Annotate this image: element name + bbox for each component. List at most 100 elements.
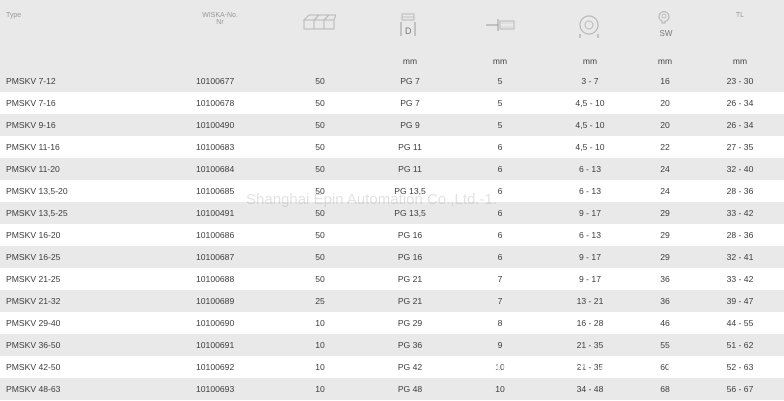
- wrench-size-cell: 20: [660, 120, 670, 130]
- table-row: PMSKV 21-25 10100688 50 PG 21 7 9 - 17 36 33 - …: [0, 268, 784, 290]
- thread-length-cell: 5: [497, 76, 503, 86]
- type-cell: PMSKV 42-50: [6, 362, 61, 372]
- total-length-cell: 27 - 35: [726, 142, 754, 152]
- thread-cell: PG 48: [397, 384, 423, 394]
- wiska-number-cell: 10100687: [196, 252, 235, 262]
- package-qty-cell: 10: [315, 318, 325, 328]
- type-cell: PMSKV 13,5-20: [6, 186, 68, 196]
- clamping-range-cell: 13 - 21: [576, 296, 604, 306]
- thread-length-cell: 6: [497, 164, 503, 174]
- thread-length-cell: 10: [495, 384, 505, 394]
- type-cell: PMSKV 13,5-25: [6, 208, 68, 218]
- wiska-number-cell: 10100693: [196, 384, 235, 394]
- wiska-number-cell: 10100690: [196, 318, 235, 328]
- thread-cell: PG 7: [400, 98, 420, 108]
- clamping-range-cell: 34 - 48: [576, 384, 604, 394]
- table-row: PMSKV 11-20 10100684 50 PG 11 6 6 - 13 24 32 - …: [0, 158, 784, 180]
- total-length-cell: 23 - 30: [726, 76, 754, 86]
- table-row: PMSKV 29-40 10100690 10 PG 29 8 16 - 28 46 44 -…: [0, 312, 784, 334]
- wrench-size-cell: 36: [660, 274, 670, 284]
- watermark-center: Shanghai Epin Automation Co.,Ltd.-1.: [246, 191, 498, 208]
- thread-cell: PG 36: [397, 340, 423, 350]
- table-body: PMSKV 7-12 10100677 50 PG 753 - 7 16 23 - 30 P…: [0, 70, 784, 400]
- package-qty-cell: 50: [315, 98, 325, 108]
- type-cell: PMSKV 21-25: [6, 274, 61, 284]
- header-wiska: WISKA-No. Nr: [190, 12, 250, 26]
- table-row: PMSKV 16-20 10100686 50 PG 16 6 6 - 13 29 28 - …: [0, 224, 784, 246]
- thread-cell: PG 16: [397, 252, 423, 262]
- wrench-size-cell: 29: [660, 208, 670, 218]
- wiska-number-cell: 10100678: [196, 98, 235, 108]
- table-header: Type WISKA-No. Nr D SW TL mm mm mm mm mm: [0, 0, 784, 70]
- type-cell: PMSKV 48-63: [6, 384, 61, 394]
- package-qty-cell: 10: [315, 384, 325, 394]
- package-qty-cell: 50: [315, 274, 325, 284]
- total-length-cell: 32 - 41: [726, 252, 754, 262]
- clamping-range-cell: 3 - 7: [581, 76, 599, 86]
- total-length-cell: 33 - 42: [726, 274, 754, 284]
- wiska-number-cell: 10100684: [196, 164, 235, 174]
- wiska-number-cell: 10100692: [196, 362, 235, 372]
- type-cell: PMSKV 7-12: [6, 76, 56, 86]
- header-tl: TL: [735, 12, 745, 19]
- thread-cell: PG 16: [397, 230, 423, 240]
- total-length-cell: 39 - 47: [726, 296, 754, 306]
- wrench-size-cell: 68: [660, 384, 670, 394]
- thread-cell: PG 7: [400, 76, 420, 86]
- package-qty-cell: 50: [315, 164, 325, 174]
- unit-thread: mm: [402, 56, 418, 66]
- type-cell: PMSKV 21-32: [6, 296, 61, 306]
- wrench-size-cell: 55: [660, 340, 670, 350]
- thread-cell: PG 21: [397, 296, 423, 306]
- clamping-range-cell: 9 - 17: [579, 274, 601, 284]
- wrench-size-cell: 29: [660, 252, 670, 262]
- unit-tl: mm: [732, 56, 748, 66]
- type-cell: PMSKV 7-16: [6, 98, 56, 108]
- table-row: PMSKV 11-16 10100683 50 PG 11 6 4,5 - 10 22 27 …: [0, 136, 784, 158]
- wrench-size-cell: 22: [660, 142, 670, 152]
- type-cell: PMSKV 16-20: [6, 230, 61, 240]
- wrench-size-cell: 29: [660, 230, 670, 240]
- package-qty-cell: 50: [315, 252, 325, 262]
- package-qty-cell: 10: [315, 362, 325, 372]
- thread-length-cell: 6: [497, 142, 503, 152]
- units-row: mm mm mm mm mm: [0, 50, 784, 70]
- type-cell: PMSKV 11-16: [6, 142, 60, 152]
- thread-length-cell: 7: [497, 274, 503, 284]
- wrench-size-icon: SW: [656, 10, 680, 38]
- product-table: Type WISKA-No. Nr D SW TL mm mm mm mm mm…: [0, 0, 784, 401]
- header-wiska-label: WISKA-No.: [202, 12, 238, 19]
- wiska-number-cell: 10100688: [196, 274, 235, 284]
- thread-length-cell: 9: [497, 340, 503, 350]
- thread-length-cell: 6: [497, 252, 503, 262]
- package-qty-cell: 50: [315, 76, 325, 86]
- total-length-cell: 52 - 63: [726, 362, 754, 372]
- total-length-cell: 26 - 34: [726, 98, 754, 108]
- thread-length-cell: 8: [497, 318, 503, 328]
- wiska-number-cell: 10100691: [196, 340, 235, 350]
- total-length-cell: 51 - 62: [726, 340, 754, 350]
- package-qty-cell: 50: [315, 142, 325, 152]
- thread-length-cell: 6: [497, 230, 503, 240]
- table-row: PMSKV 36-50 10100691 10 PG 36 9 21 - 35 55 51 -…: [0, 334, 784, 356]
- total-length-cell: 26 - 34: [726, 120, 754, 130]
- clamping-range-cell: 6 - 13: [579, 186, 601, 196]
- table-row: PMSKV 48-63 10100693 10 PG 48 10 34 - 48 68 56 …: [0, 378, 784, 400]
- wrench-size-cell: 36: [660, 296, 670, 306]
- clamping-range-cell: 4,5 - 10: [575, 98, 605, 108]
- wrench-size-cell: 46: [660, 318, 670, 328]
- thread-cell: PG 21: [397, 274, 423, 284]
- type-cell: PMSKV 9-16: [6, 120, 56, 130]
- type-cell: PMSKV 16-25: [6, 252, 61, 262]
- total-length-cell: 28 - 36: [726, 230, 754, 240]
- wrench-size-cell: 20: [660, 98, 670, 108]
- clamping-range-cell: 9 - 17: [579, 252, 601, 262]
- header-sw-label: SW: [659, 29, 673, 38]
- header-d-label: D: [405, 26, 412, 36]
- total-length-cell: 28 - 36: [726, 186, 754, 196]
- table-row: PMSKV 7-12 10100677 50 PG 7 5 3 - 7 16 23 - 30: [0, 70, 784, 92]
- thread-cell: PG 11: [398, 142, 422, 152]
- clamping-range-cell: 4,5 - 10: [575, 120, 605, 130]
- table-row: PMSKV 7-16 10100678 50 PG 7 5 4,5 - 10 20 26 - …: [0, 92, 784, 114]
- clamping-range-cell: 6 - 13: [579, 164, 601, 174]
